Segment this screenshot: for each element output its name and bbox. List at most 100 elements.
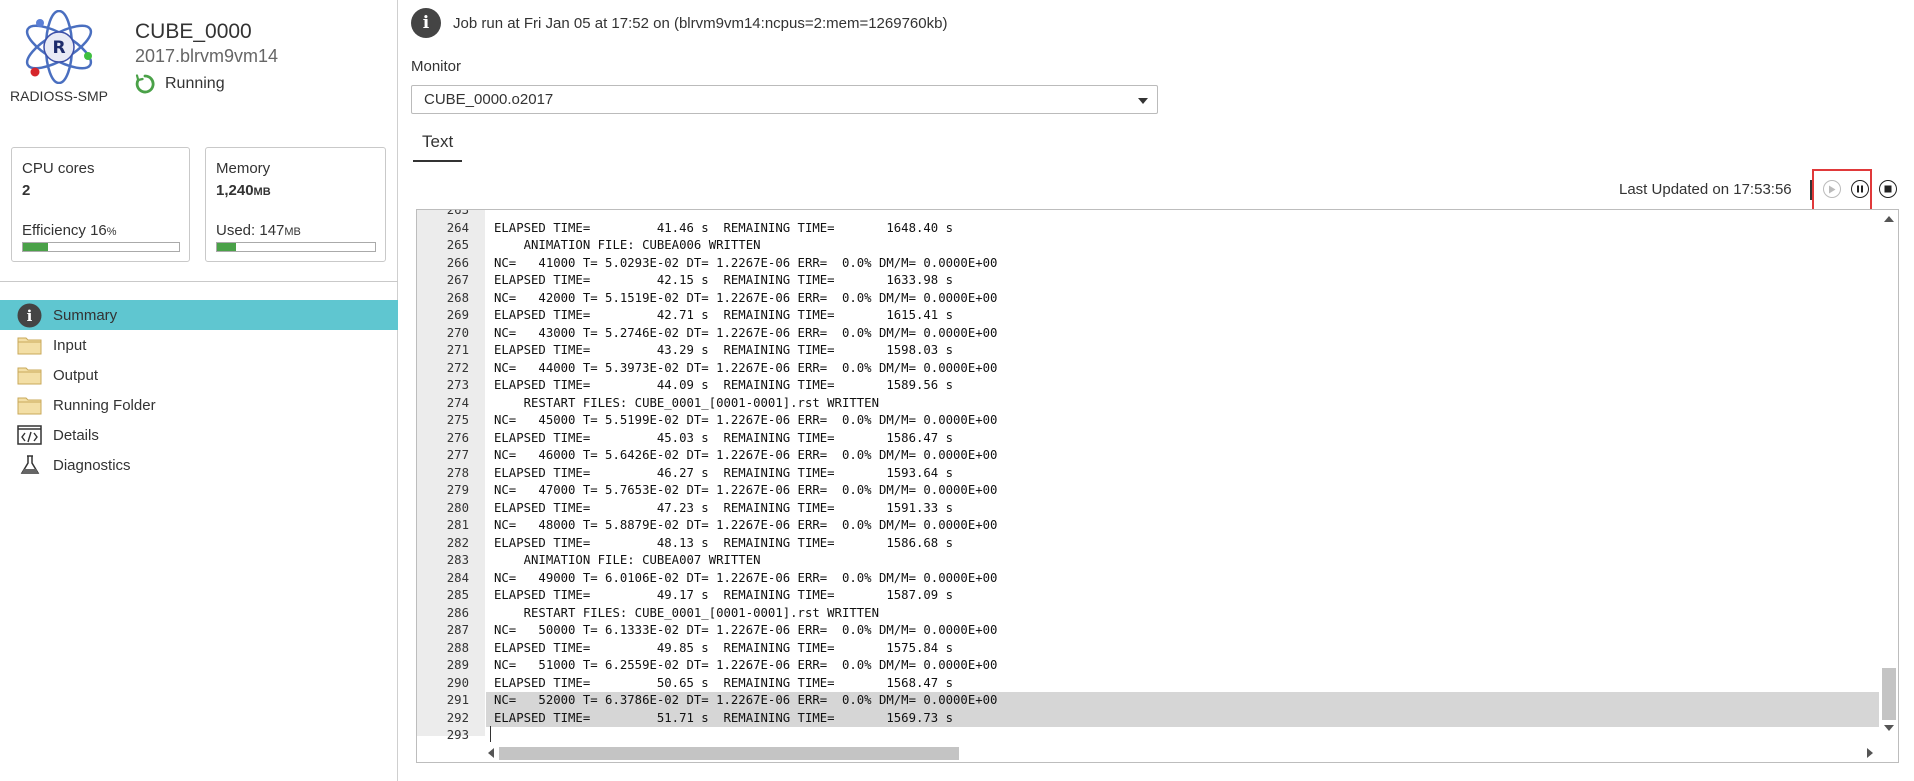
last-updated: Last Updated on 17:53:56	[1619, 181, 1792, 198]
log-line-text: ELAPSED TIME= 43.29 s REMAINING TIME= 15…	[494, 343, 954, 357]
app-name: RADIOSS-SMP	[10, 88, 109, 104]
scroll-left-icon[interactable]	[488, 748, 494, 758]
log-line-text: NC= 52000 T= 6.3786E-02 DT= 1.2267E-06 E…	[486, 692, 1879, 710]
log-line: 268 NC= 42000 T= 5.1519E-02 DT= 1.2267E-0…	[417, 290, 1879, 308]
log-line-text: ELAPSED TIME= 49.17 s REMAINING TIME= 15…	[494, 588, 954, 602]
log-line-text: NC= 44000 T= 5.3973E-02 DT= 1.2267E-06 E…	[494, 360, 998, 375]
sidebar-item-label: Diagnostics	[53, 456, 131, 474]
monitor-select-value: CUBE_0000.o2017	[424, 91, 554, 108]
log-line: 275 NC= 45000 T= 5.5199E-02 DT= 1.2267E-0…	[417, 412, 1879, 430]
line-number: 287	[446, 623, 469, 637]
monitor-label: Monitor	[411, 58, 462, 75]
line-number: 289	[446, 658, 469, 672]
logo-letter: R	[52, 38, 65, 58]
vertical-scrollbar[interactable]	[1879, 210, 1898, 736]
line-number: 264	[446, 220, 469, 235]
log-line-text: ELAPSED TIME= 47.23 s REMAINING TIME= 15…	[494, 500, 954, 515]
pause-icon	[1857, 185, 1863, 193]
log-line: 282 ELAPSED TIME= 48.13 s REMAINING TIME=…	[417, 535, 1879, 553]
line-number: 267	[446, 273, 469, 287]
play-icon	[1829, 185, 1836, 193]
line-number: 266	[446, 255, 469, 270]
line-number: 281	[446, 518, 469, 532]
line-number: 291	[446, 693, 469, 707]
sidebar-item-diagnostics[interactable]: Diagnostics	[0, 450, 398, 480]
log-line-text: ELAPSED TIME= 51.71 s REMAINING TIME= 15…	[486, 709, 1879, 727]
log-line: 285 ELAPSED TIME= 49.17 s REMAINING TIME=…	[417, 587, 1879, 605]
log-line-text: ELAPSED TIME= 44.09 s REMAINING TIME= 15…	[494, 378, 954, 392]
scroll-right-icon[interactable]	[1867, 748, 1873, 758]
sidebar-item-summary[interactable]: i Summary	[0, 300, 398, 330]
job-info-text: Job run at Fri Jan 05 at 17:52 on (blrvm…	[453, 14, 948, 32]
monitor-select[interactable]: CUBE_0000.o2017	[411, 85, 1158, 114]
memory-used-label: Used: 147MB	[216, 222, 301, 239]
folder-icon	[17, 393, 42, 418]
scroll-down-icon[interactable]	[1884, 725, 1894, 731]
log-line-text: NC= 49000 T= 6.0106E-02 DT= 1.2267E-06 E…	[494, 570, 998, 585]
log-line: 264 ELAPSED TIME= 41.46 s REMAINING TIME=…	[417, 220, 1879, 238]
log-line: 277 NC= 46000 T= 5.6426E-02 DT= 1.2267E-0…	[417, 447, 1879, 465]
log-line: 286 RESTART FILES: CUBE_0001_[0001-0001]…	[417, 605, 1879, 623]
line-number: 269	[446, 308, 469, 322]
log-line-text: ELAPSED TIME= 49.85 s REMAINING TIME= 15…	[494, 640, 954, 655]
log-viewer[interactable]: 263 264 ELAPSED TIME= 41.46 s REMAINING TI…	[416, 209, 1899, 763]
cpu-value: 2	[22, 182, 31, 199]
stop-icon	[1884, 185, 1892, 193]
log-line-text: NC= 47000 T= 5.7653E-02 DT= 1.2267E-06 E…	[494, 483, 998, 497]
line-number: 286	[446, 605, 469, 620]
efficiency-unit: %	[106, 226, 117, 238]
line-number: 270	[446, 325, 469, 340]
memory-bar	[216, 242, 376, 252]
log-line: 274 RESTART FILES: CUBE_0001_[0001-0001]…	[417, 395, 1879, 413]
log-line: 293	[417, 727, 1879, 745]
log-line: 276 ELAPSED TIME= 45.03 s REMAINING TIME=…	[417, 430, 1879, 448]
log-line-text: NC= 46000 T= 5.6426E-02 DT= 1.2267E-06 E…	[494, 448, 998, 462]
sidebar-item-input[interactable]: Input	[0, 330, 398, 360]
job-name: CUBE_0000	[135, 20, 252, 43]
line-number: 268	[446, 290, 469, 305]
spinner-icon	[135, 74, 155, 94]
cpu-label: CPU cores	[22, 160, 95, 177]
sidebar-item-details[interactable]: Details	[0, 420, 398, 450]
line-number: 274	[446, 395, 469, 410]
scroll-up-icon[interactable]	[1884, 216, 1894, 222]
line-number: 282	[446, 535, 469, 550]
horizontal-scroll-thumb[interactable]	[499, 747, 959, 760]
folder-icon	[17, 333, 42, 358]
folder-icon	[17, 363, 42, 388]
log-line: 271 ELAPSED TIME= 43.29 s REMAINING TIME=…	[417, 342, 1879, 360]
job-id: 2017.blrvm9vm14	[135, 46, 279, 66]
tab-text[interactable]: Text	[413, 132, 463, 162]
log-lines: 263 264 ELAPSED TIME= 41.46 s REMAINING TI…	[417, 209, 1879, 745]
line-number: 263	[446, 209, 469, 217]
efficiency-bar-fill	[23, 243, 48, 251]
vertical-scroll-thumb[interactable]	[1882, 668, 1896, 720]
sidebar-item-label: Details	[53, 426, 99, 444]
line-number: 271	[446, 343, 469, 357]
play-button[interactable]	[1823, 180, 1841, 198]
log-line: 278 ELAPSED TIME= 46.27 s REMAINING TIME=…	[417, 465, 1879, 483]
line-number: 277	[446, 448, 469, 462]
log-line: 272 NC= 44000 T= 5.3973E-02 DT= 1.2267E-0…	[417, 360, 1879, 378]
log-line-text: ELAPSED TIME= 46.27 s REMAINING TIME= 15…	[494, 465, 954, 480]
log-line-text: ANIMATION FILE: CUBEA006 WRITTEN	[494, 238, 761, 252]
log-line-text: NC= 45000 T= 5.5199E-02 DT= 1.2267E-06 E…	[494, 413, 998, 427]
log-line: 280 ELAPSED TIME= 47.23 s REMAINING TIME=…	[417, 500, 1879, 518]
line-number: 293	[446, 728, 469, 742]
sidebar-item-running-folder[interactable]: Running Folder	[0, 390, 398, 420]
log-line-text: NC= 43000 T= 5.2746E-02 DT= 1.2267E-06 E…	[494, 325, 998, 340]
log-line: 292 ELAPSED TIME= 51.71 s REMAINING TIME=…	[417, 709, 1879, 727]
log-line-text: NC= 41000 T= 5.0293E-02 DT= 1.2267E-06 E…	[494, 255, 998, 270]
log-line: 287 NC= 50000 T= 6.1333E-02 DT= 1.2267E-0…	[417, 622, 1879, 640]
stop-button[interactable]	[1879, 180, 1897, 198]
horizontal-scrollbar[interactable]	[485, 744, 1879, 762]
pause-button[interactable]	[1851, 180, 1869, 198]
log-line-text: ELAPSED TIME= 42.15 s REMAINING TIME= 16…	[494, 273, 954, 287]
atom-logo-icon: R	[25, 10, 93, 84]
log-line-text: ELAPSED TIME= 50.65 s REMAINING TIME= 15…	[494, 675, 954, 690]
sidebar-item-output[interactable]: Output	[0, 360, 398, 390]
code-icon	[17, 423, 42, 448]
memory-value-text: 1,240	[216, 182, 254, 199]
line-number: 288	[446, 640, 469, 655]
log-line: 291 NC= 52000 T= 6.3786E-02 DT= 1.2267E-0…	[417, 692, 1879, 710]
